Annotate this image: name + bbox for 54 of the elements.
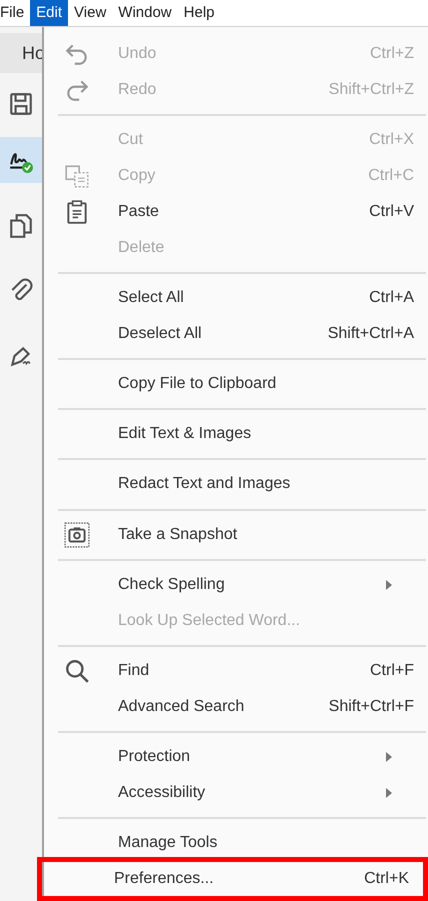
menu-item-label: Find xyxy=(118,660,150,681)
menu-item-label: Accessibility xyxy=(118,782,206,803)
menu-item-label: Preferences... xyxy=(114,868,215,889)
shortcut-label: Ctrl+F xyxy=(370,660,415,681)
shortcut-label: Shift+Ctrl+Z xyxy=(328,80,415,100)
menu-item-label: Delete xyxy=(118,238,166,258)
shortcut-label: Ctrl+C xyxy=(368,166,415,186)
shortcut-label: Shift+Ctrl+F xyxy=(328,696,415,717)
menu-item-label: Look Up Selected Word... xyxy=(118,610,302,631)
menu-bar-item[interactable]: File xyxy=(0,0,30,26)
shortcut-label: Shift+Ctrl+A xyxy=(328,324,415,344)
menu-item[interactable]: Advanced Search Shift+Ctrl+F xyxy=(44,688,428,725)
menu-bar-item[interactable]: Edit xyxy=(30,0,68,26)
menu-item-label: Manage Tools xyxy=(118,832,218,853)
pages-icon xyxy=(8,213,34,239)
menu-item-label: Redact Text and Images xyxy=(118,474,292,494)
save-icon xyxy=(8,91,34,117)
menu-item[interactable]: Copy File to Clipboard xyxy=(44,366,428,402)
menu-item[interactable]: Select All Ctrl+A xyxy=(44,280,428,316)
menu-item-label: Cut xyxy=(118,130,144,150)
copy-icon xyxy=(64,163,90,190)
menu-item-label: Deselect All xyxy=(118,324,203,344)
shortcut-label: Ctrl+Z xyxy=(370,44,415,64)
menu-item-label: Take a Snapshot xyxy=(118,524,238,545)
search-icon xyxy=(64,658,90,684)
menu-item-label: Copy File to Clipboard xyxy=(118,374,278,394)
menu-item-label: Undo xyxy=(118,44,158,64)
menu-bar-item[interactable]: View xyxy=(68,0,112,26)
shortcut-label: Ctrl+V xyxy=(369,202,415,222)
menu-item[interactable]: Find Ctrl+F xyxy=(44,652,428,689)
menu-item[interactable]: Paste Ctrl+V xyxy=(44,194,428,230)
menu-item-label: Select All xyxy=(118,288,185,308)
menu-item-label: Paste xyxy=(118,202,160,222)
menu-bar-item[interactable]: Help xyxy=(178,0,220,26)
menu-item[interactable]: Protection xyxy=(44,738,428,775)
shortcut-label: Ctrl+K xyxy=(364,868,410,889)
menu-item[interactable]: Check Spelling xyxy=(44,566,428,603)
menu-item-label: Copy xyxy=(118,166,156,186)
menu-item[interactable]: Deselect All Shift+Ctrl+A xyxy=(44,316,428,352)
menu-item-label: Check Spelling xyxy=(118,574,226,595)
shortcut-label: Ctrl+A xyxy=(369,288,415,308)
camera-icon xyxy=(64,522,90,548)
sidebar-button[interactable] xyxy=(0,137,42,183)
menu-item[interactable]: Accessibility xyxy=(44,774,428,811)
menu-item-label: Edit Text & Images xyxy=(118,424,252,444)
menu-item[interactable]: Take a Snapshot xyxy=(44,516,428,553)
menu-item-label: Redo xyxy=(118,80,158,100)
menu-bar-item[interactable]: Window xyxy=(112,0,178,26)
menu-item[interactable]: Preferences... Ctrl+K xyxy=(37,856,428,901)
shortcut-label: Ctrl+X xyxy=(369,130,415,150)
menu-item[interactable]: Edit Text & Images xyxy=(44,416,428,452)
menu-item-label: Protection xyxy=(118,746,192,767)
menu-item[interactable]: Redact Text and Images xyxy=(44,466,428,502)
menu-item-label: Advanced Search xyxy=(118,696,246,717)
